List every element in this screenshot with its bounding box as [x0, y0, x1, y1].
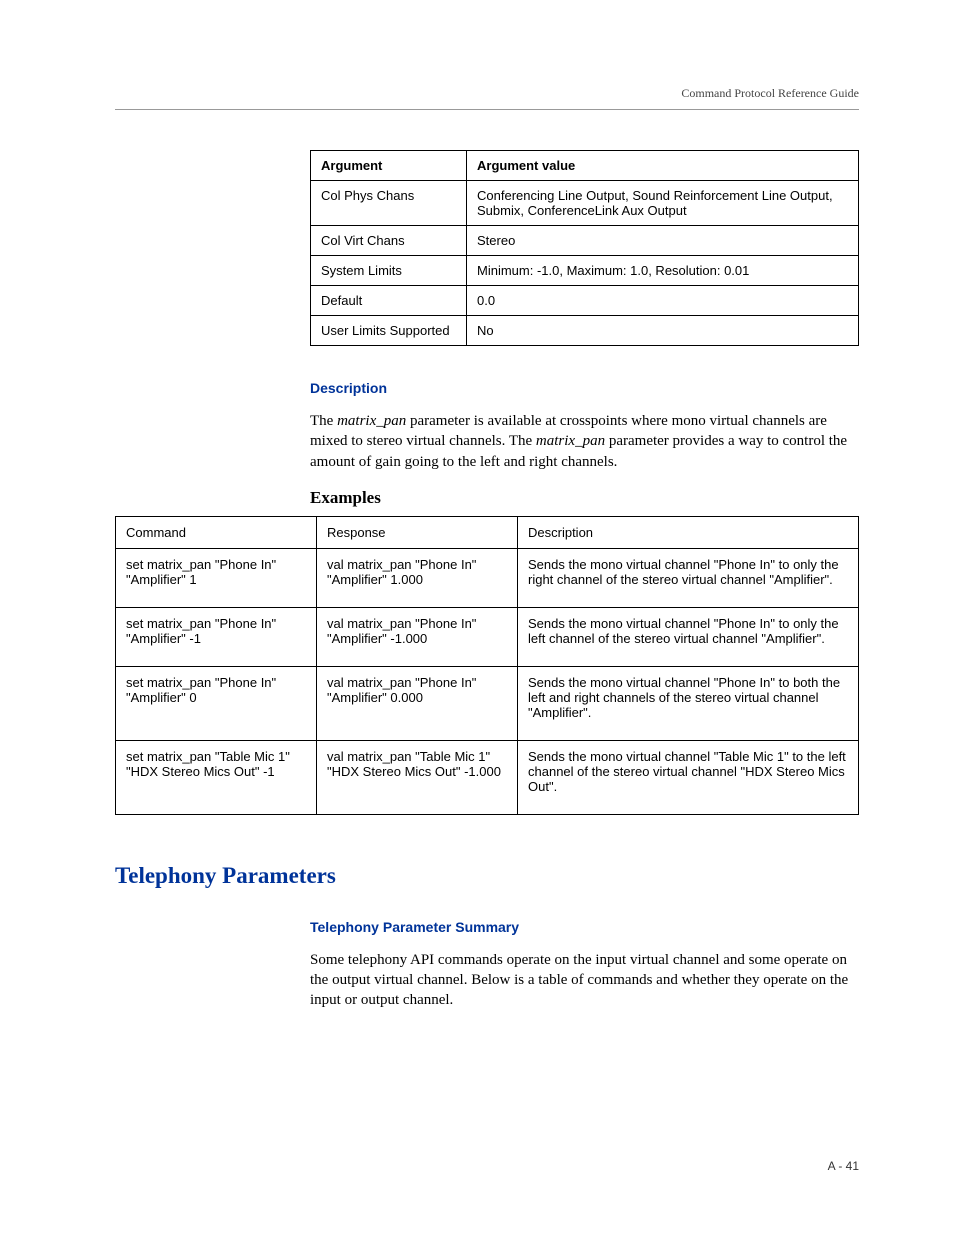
description-body: The matrix_pan parameter is available at…	[310, 411, 859, 472]
ex-header-command: Command	[116, 516, 317, 548]
arg-cell: Conferencing Line Output, Sound Reinforc…	[467, 181, 859, 226]
page-number: A - 41	[828, 1159, 859, 1173]
telephony-sub-heading: Telephony Parameter Summary	[310, 919, 859, 935]
arg-cell: Minimum: -1.0, Maximum: 1.0, Resolution:…	[467, 256, 859, 286]
arg-header-value: Argument value	[467, 151, 859, 181]
table-row: User Limits Supported No	[311, 316, 859, 346]
ex-header-response: Response	[317, 516, 518, 548]
arg-cell: System Limits	[311, 256, 467, 286]
table-row: Col Virt Chans Stereo	[311, 226, 859, 256]
arg-cell: No	[467, 316, 859, 346]
argument-table-wrap: Argument Argument value Col Phys Chans C…	[310, 150, 859, 508]
arg-cell: 0.0	[467, 286, 859, 316]
param-name-italic: matrix_pan	[536, 433, 605, 449]
table-row: System Limits Minimum: -1.0, Maximum: 1.…	[311, 256, 859, 286]
table-row: Default 0.0	[311, 286, 859, 316]
arg-cell: Default	[311, 286, 467, 316]
arg-cell: Col Phys Chans	[311, 181, 467, 226]
ex-cell: val matrix_pan "Phone In" "Amplifier" 0.…	[317, 666, 518, 740]
table-row: set matrix_pan "Phone In" "Amplifier" -1…	[116, 607, 859, 666]
ex-cell: set matrix_pan "Table Mic 1" "HDX Stereo…	[116, 740, 317, 814]
argument-table: Argument Argument value Col Phys Chans C…	[310, 150, 859, 346]
ex-cell: Sends the mono virtual channel "Table Mi…	[518, 740, 859, 814]
arg-cell: Col Virt Chans	[311, 226, 467, 256]
telephony-body-wrap: Telephony Parameter Summary Some telepho…	[310, 919, 859, 1011]
arg-header-argument: Argument	[311, 151, 467, 181]
arg-cell: Stereo	[467, 226, 859, 256]
ex-cell: Sends the mono virtual channel "Phone In…	[518, 607, 859, 666]
arg-cell: User Limits Supported	[311, 316, 467, 346]
ex-cell: Sends the mono virtual channel "Phone In…	[518, 666, 859, 740]
ex-header-description: Description	[518, 516, 859, 548]
examples-heading: Examples	[310, 488, 859, 508]
description-heading: Description	[310, 380, 859, 396]
telephony-body: Some telephony API commands operate on t…	[310, 950, 859, 1011]
table-row: Col Phys Chans Conferencing Line Output,…	[311, 181, 859, 226]
ex-cell: set matrix_pan "Phone In" "Amplifier" -1	[116, 607, 317, 666]
ex-cell: set matrix_pan "Phone In" "Amplifier" 0	[116, 666, 317, 740]
telephony-heading: Telephony Parameters	[115, 863, 859, 889]
ex-cell: val matrix_pan "Phone In" "Amplifier" 1.…	[317, 548, 518, 607]
examples-table: Command Response Description set matrix_…	[115, 516, 859, 815]
table-row: set matrix_pan "Phone In" "Amplifier" 1 …	[116, 548, 859, 607]
text: The	[310, 413, 337, 429]
table-row: set matrix_pan "Table Mic 1" "HDX Stereo…	[116, 740, 859, 814]
ex-cell: val matrix_pan "Phone In" "Amplifier" -1…	[317, 607, 518, 666]
table-row: set matrix_pan "Phone In" "Amplifier" 0 …	[116, 666, 859, 740]
ex-cell: set matrix_pan "Phone In" "Amplifier" 1	[116, 548, 317, 607]
running-header: Command Protocol Reference Guide	[115, 86, 859, 110]
ex-cell: val matrix_pan "Table Mic 1" "HDX Stereo…	[317, 740, 518, 814]
param-name-italic: matrix_pan	[337, 413, 406, 429]
ex-cell: Sends the mono virtual channel "Phone In…	[518, 548, 859, 607]
